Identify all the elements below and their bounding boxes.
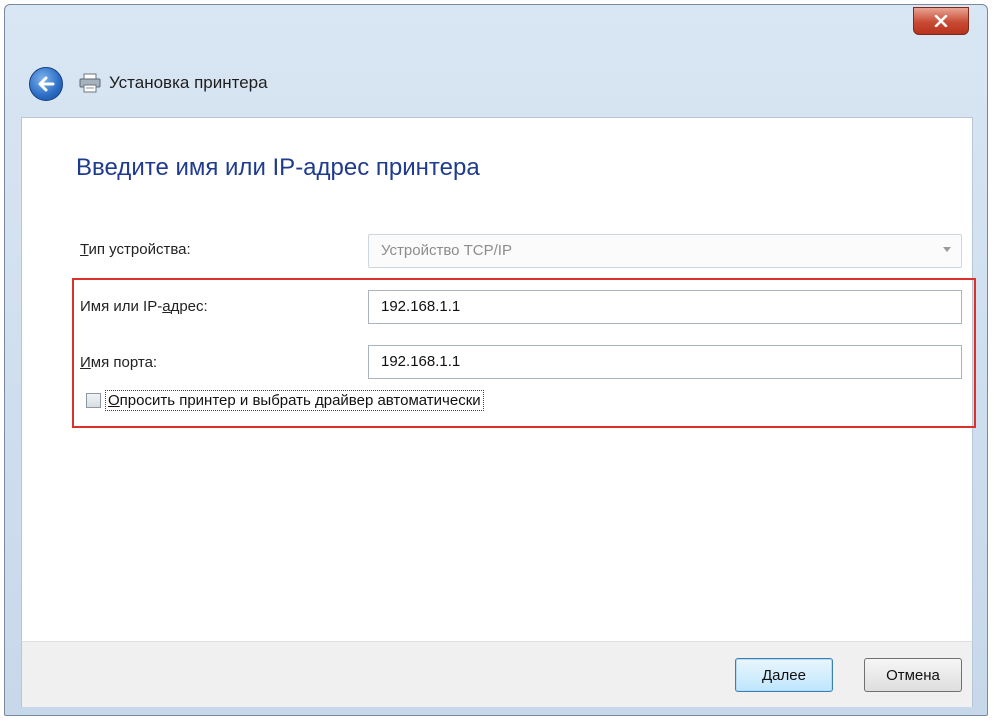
host-input[interactable]: 192.168.1.1 xyxy=(368,290,962,324)
port-label-text: мя порта: xyxy=(90,354,158,371)
back-button[interactable] xyxy=(29,67,63,101)
auto-driver-option[interactable]: Опросить принтер и выбрать драйвер автом… xyxy=(86,390,484,411)
next-button[interactable]: Далее xyxy=(735,658,833,692)
port-input-value: 192.168.1.1 xyxy=(381,353,461,370)
page-heading: Введите имя или IP-адрес принтера xyxy=(76,154,480,181)
printer-icon xyxy=(79,73,101,93)
close-button[interactable] xyxy=(913,7,969,35)
host-label-text: дрес: xyxy=(170,298,208,315)
device-type-label: Тип устройства: xyxy=(80,241,191,258)
window-title: Установка принтера xyxy=(109,73,268,92)
port-label-accel: И xyxy=(80,354,91,371)
device-type-label-text: ип устройства: xyxy=(88,241,191,258)
auto-driver-label-text: просить принтер и выбрать драйвер автома… xyxy=(119,392,481,409)
auto-driver-label[interactable]: Опросить принтер и выбрать драйвер автом… xyxy=(105,390,484,411)
auto-driver-checkbox[interactable] xyxy=(86,393,101,408)
cancel-button[interactable]: Отмена xyxy=(864,658,962,692)
title-bar: Установка принтера xyxy=(5,5,987,119)
close-icon xyxy=(934,15,948,27)
printer-wizard-window: Установка принтера Введите имя или IP-ад… xyxy=(4,4,988,716)
host-input-value: 192.168.1.1 xyxy=(381,298,461,315)
port-label: Имя порта: xyxy=(80,354,157,371)
port-input[interactable]: 192.168.1.1 xyxy=(368,345,962,379)
button-bar: Далее Отмена xyxy=(21,641,973,707)
chevron-down-icon xyxy=(943,247,951,252)
host-label-prefix: Имя или IP- xyxy=(80,298,163,315)
host-label-accel: а xyxy=(162,298,171,315)
device-type-value: Устройство TCP/IP xyxy=(381,242,512,259)
auto-driver-label-accel: О xyxy=(108,392,120,409)
device-type-label-accel: Т xyxy=(80,241,89,258)
wizard-content: Введите имя или IP-адрес принтера Тип ус… xyxy=(21,117,976,642)
device-type-select[interactable]: Устройство TCP/IP xyxy=(368,234,962,268)
arrow-left-icon xyxy=(38,76,55,92)
host-label: Имя или IP-адрес: xyxy=(80,298,208,315)
